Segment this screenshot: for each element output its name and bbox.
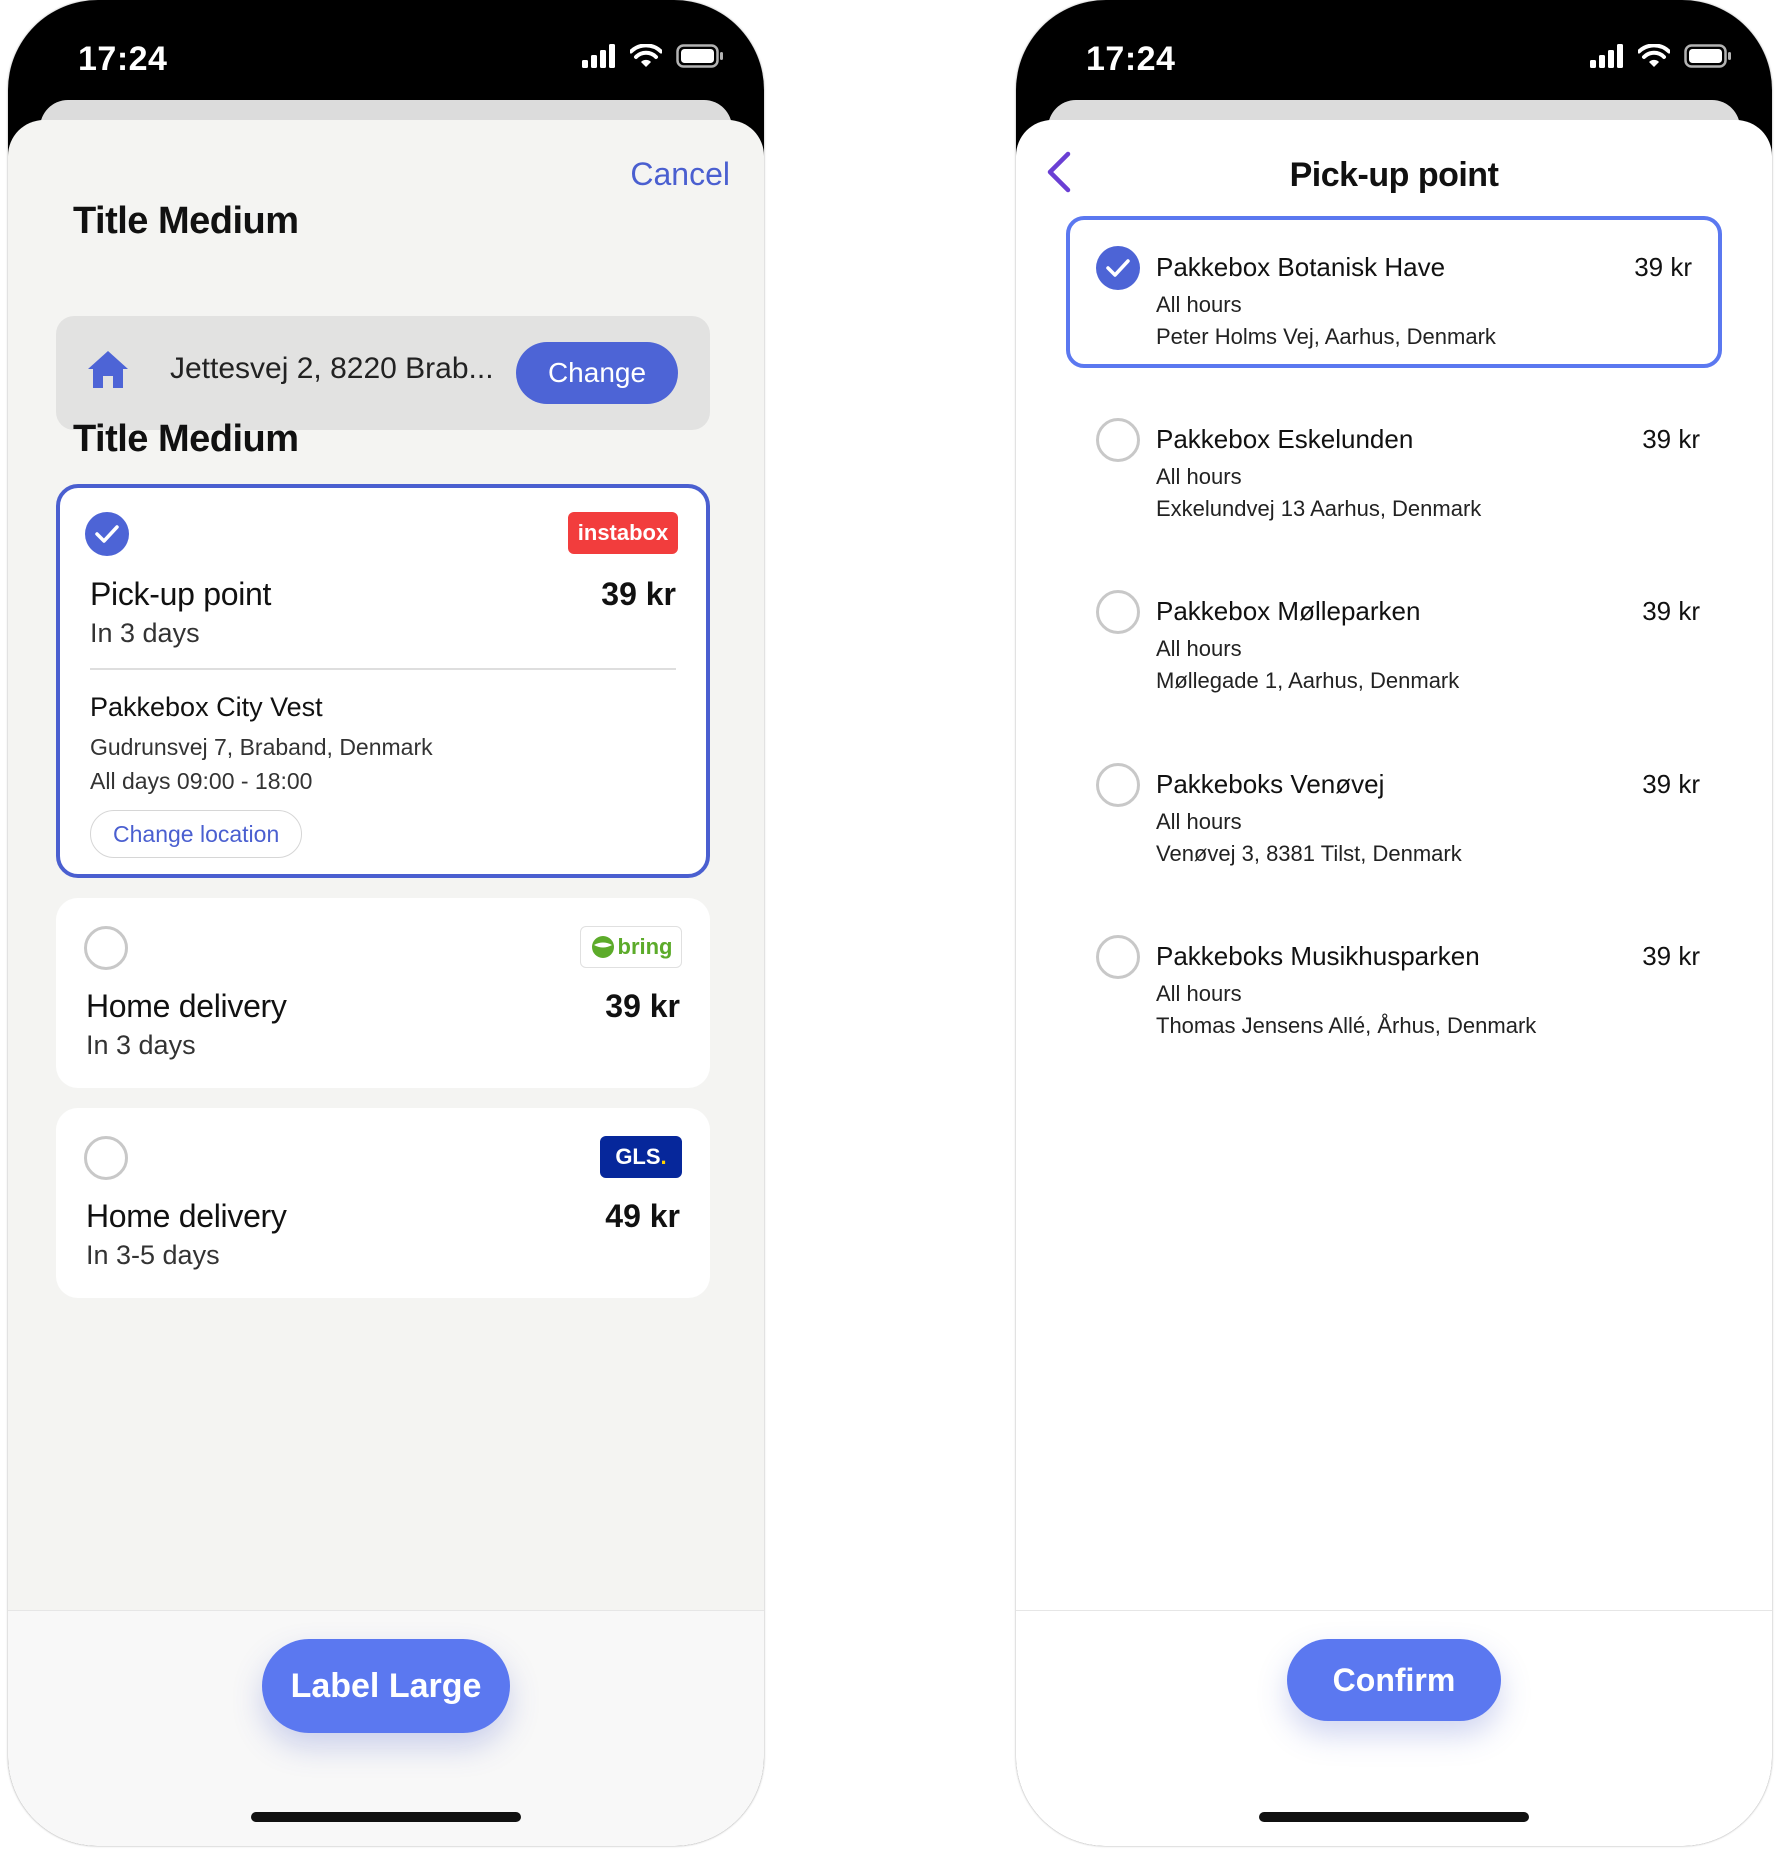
- pickup-point-hours: All hours: [1156, 809, 1242, 834]
- status-icons: [1590, 44, 1732, 68]
- radio-checked[interactable]: [85, 512, 129, 556]
- pickup-point-hours: All hours: [1156, 981, 1242, 1006]
- pickup-point-hours: All hours: [1156, 636, 1242, 661]
- gls-logo-text: GLS: [615, 1144, 661, 1169]
- sheet-footer: Label Large: [8, 1610, 764, 1846]
- pickup-point-price: 39 kr: [1634, 252, 1692, 282]
- phone-pickup-point-list: 17:24 Pick-up point Pakkebox Botanisk Ha…: [1016, 0, 1772, 1846]
- status-icons: [582, 44, 724, 68]
- status-time: 17:24: [1086, 40, 1176, 78]
- pickup-point-address: Thomas Jensens Allé, Århus, Denmark: [1156, 1013, 1537, 1038]
- instabox-logo: instabox: [568, 512, 678, 554]
- signal-icon: [1590, 44, 1623, 68]
- radio-unchecked[interactable]: [1096, 935, 1140, 979]
- pickup-point-price: 39 kr: [1642, 424, 1700, 454]
- battery-icon: [676, 44, 723, 68]
- option-label: Home delivery: [86, 988, 287, 1024]
- phone-delivery-options: 17:24 Cancel Title Medium Jettesvej 2, 8…: [8, 0, 764, 1846]
- pickup-point-name: Pakkeboks Musikhusparken: [1156, 941, 1480, 971]
- divider: [90, 668, 676, 670]
- radio-checked[interactable]: [1096, 246, 1140, 290]
- pickup-location-address: Gudrunsvej 7, Braband, Denmark: [90, 734, 433, 760]
- pickup-point-price: 39 kr: [1642, 941, 1700, 971]
- gls-logo: GLS.: [600, 1136, 682, 1178]
- address-text: Jettesvej 2, 8220 Brab...: [170, 352, 494, 385]
- confirm-button[interactable]: Confirm: [1287, 1639, 1501, 1721]
- delivery-option-gls[interactable]: GLS. Home delivery 49 kr In 3-5 days: [56, 1108, 710, 1298]
- section-title-delivery: Title Medium: [73, 418, 299, 460]
- pickup-point-price: 39 kr: [1642, 596, 1700, 626]
- pickup-point-address: Exkelundvej 13 Aarhus, Denmark: [1156, 496, 1482, 521]
- sheet-footer: Confirm: [1016, 1610, 1772, 1846]
- pickup-point-name: Pakkeboks Venøvej: [1156, 769, 1385, 799]
- bottom-sheet: Pick-up point Pakkebox Botanisk Have 39 …: [1016, 120, 1772, 1846]
- option-label: Pick-up point: [90, 576, 272, 612]
- wifi-icon: [630, 44, 662, 67]
- radio-unchecked[interactable]: [1096, 590, 1140, 634]
- signal-icon: [582, 44, 615, 68]
- cancel-button[interactable]: Cancel: [630, 156, 730, 193]
- option-price: 49 kr: [605, 1198, 680, 1234]
- delivery-option-pickup[interactable]: instabox Pick-up point 39 kr In 3 days P…: [56, 484, 710, 878]
- gls-dot: .: [660, 1144, 667, 1169]
- status-time: 17:24: [78, 40, 168, 78]
- pickup-point-name: Pakkebox Botanisk Have: [1156, 252, 1446, 282]
- option-price: 39 kr: [605, 988, 680, 1024]
- bring-logo: bring: [580, 926, 682, 968]
- delivery-option-bring[interactable]: bring Home delivery 39 kr In 3 days: [56, 898, 710, 1088]
- home-indicator: [251, 1812, 521, 1822]
- pickup-point-address: Peter Holms Vej, Aarhus, Denmark: [1156, 324, 1496, 349]
- pickup-point-item[interactable]: Pakkeboks Musikhusparken 39 kr All hours…: [1070, 909, 1726, 1061]
- radio-unchecked[interactable]: [84, 926, 128, 970]
- option-eta: In 3 days: [86, 1030, 196, 1060]
- option-eta: In 3 days: [90, 618, 200, 648]
- pickup-point-address: Møllegade 1, Aarhus, Denmark: [1156, 668, 1460, 693]
- pickup-point-name: Pakkebox Eskelunden: [1156, 424, 1414, 454]
- radio-unchecked[interactable]: [1096, 418, 1140, 462]
- option-label: Home delivery: [86, 1198, 287, 1234]
- pickup-point-name: Pakkebox Mølleparken: [1156, 596, 1421, 626]
- change-location-button[interactable]: Change location: [90, 810, 303, 858]
- checkmark-icon: [1106, 259, 1130, 277]
- checkmark-icon: [95, 525, 119, 543]
- pickup-point-item[interactable]: Pakkebox Eskelunden 39 kr All hours Exke…: [1070, 392, 1726, 544]
- page-title: Pick-up point: [1289, 156, 1499, 194]
- section-title-address: Title Medium: [73, 200, 299, 242]
- pickup-point-item[interactable]: Pakkeboks Venøvej 39 kr All hours Venøve…: [1070, 737, 1726, 889]
- battery-icon: [1684, 44, 1731, 68]
- pickup-point-item[interactable]: Pakkebox Botanisk Have 39 kr All hours P…: [1066, 216, 1722, 368]
- delivery-address-box: Jettesvej 2, 8220 Brab... Change: [56, 316, 710, 430]
- option-eta: In 3-5 days: [86, 1240, 220, 1270]
- option-price: 39 kr: [601, 576, 676, 612]
- radio-unchecked[interactable]: [84, 1136, 128, 1180]
- radio-unchecked[interactable]: [1096, 763, 1140, 807]
- bottom-sheet: Cancel Title Medium Jettesvej 2, 8220 Br…: [8, 120, 764, 1846]
- change-address-button[interactable]: Change: [516, 342, 678, 404]
- pickup-point-hours: All hours: [1156, 464, 1242, 489]
- pickup-location-hours: All days 09:00 - 18:00: [90, 768, 313, 794]
- bring-logo-text: bring: [617, 934, 673, 959]
- home-indicator: [1259, 1812, 1529, 1822]
- primary-button[interactable]: Label Large: [262, 1639, 510, 1733]
- pickup-point-address: Venøvej 3, 8381 Tilst, Denmark: [1156, 841, 1462, 866]
- pickup-point-item[interactable]: Pakkebox Mølleparken 39 kr All hours Møl…: [1070, 564, 1726, 716]
- pickup-location-name: Pakkebox City Vest: [90, 692, 323, 722]
- wifi-icon: [1638, 44, 1670, 67]
- pickup-point-price: 39 kr: [1642, 769, 1700, 799]
- bring-mark-icon: [591, 936, 614, 958]
- pickup-point-hours: All hours: [1156, 292, 1242, 317]
- home-icon: [88, 351, 128, 388]
